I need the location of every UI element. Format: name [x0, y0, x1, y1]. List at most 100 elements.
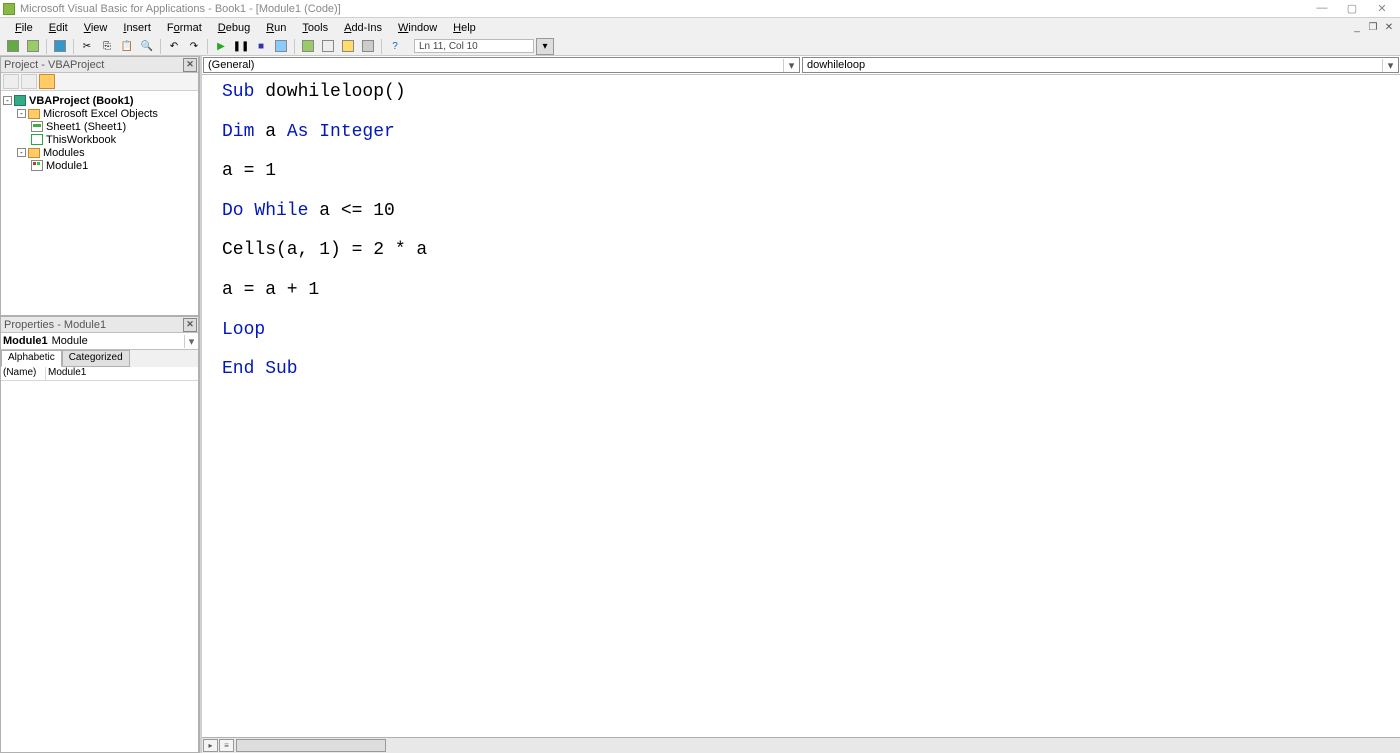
- view-code-button[interactable]: [3, 74, 19, 89]
- undo-button[interactable]: ↶: [165, 38, 183, 55]
- menu-run[interactable]: Run: [259, 21, 293, 35]
- title-bar: Microsoft Visual Basic for Applications …: [0, 0, 1400, 18]
- folder-icon: [28, 109, 40, 119]
- object-browser-button[interactable]: [339, 38, 357, 55]
- window-buttons: — ▢ ✕: [1316, 2, 1400, 15]
- view-object-button[interactable]: [21, 74, 37, 89]
- horizontal-scrollbar[interactable]: [236, 739, 386, 752]
- tree-label: Microsoft Excel Objects: [43, 108, 158, 120]
- save-button[interactable]: [51, 38, 69, 55]
- properties-title-text: Properties - Module1: [4, 319, 106, 331]
- project-panel-close[interactable]: ✕: [183, 58, 197, 72]
- procedure-view-button[interactable]: ▸: [203, 739, 218, 752]
- run-sub-button[interactable]: ▶: [212, 38, 230, 55]
- copy-button[interactable]: ⎘: [98, 38, 116, 55]
- code-dropdown-row: (General) ▾ dowhileloop ▾: [202, 56, 1400, 75]
- tab-categorized[interactable]: Categorized: [62, 350, 130, 367]
- paste-button[interactable]: 📋: [118, 38, 136, 55]
- mdi-close[interactable]: ✕: [1382, 22, 1396, 33]
- cursor-position: Ln 11, Col 10: [414, 39, 534, 53]
- code-text: a <= 10: [308, 201, 394, 221]
- redo-button[interactable]: ↷: [185, 38, 203, 55]
- vba-app-icon: [3, 3, 15, 15]
- minimize-button[interactable]: —: [1316, 2, 1328, 15]
- insert-module-button[interactable]: [24, 38, 42, 55]
- expand-icon[interactable]: -: [17, 109, 26, 118]
- project-explorer-panel: Project - VBAProject ✕ - VBAProject (Boo…: [0, 56, 199, 316]
- code-text: a = 1: [222, 161, 276, 181]
- view-excel-button[interactable]: [4, 38, 22, 55]
- menu-view[interactable]: View: [77, 21, 115, 35]
- menu-file[interactable]: File: [8, 21, 40, 35]
- menu-help[interactable]: Help: [446, 21, 483, 35]
- window-title: Microsoft Visual Basic for Applications …: [20, 3, 341, 15]
- dropdown-icon[interactable]: ▾: [1382, 59, 1398, 72]
- toolbar-sep: [160, 39, 161, 54]
- mdi-restore[interactable]: ❐: [1366, 22, 1380, 33]
- menu-window[interactable]: Window: [391, 21, 444, 35]
- dropdown-arrow[interactable]: ▾: [536, 38, 554, 55]
- mdi-minimize[interactable]: _: [1350, 22, 1364, 33]
- menu-edit[interactable]: Edit: [42, 21, 75, 35]
- standard-toolbar: ✂ ⎘ 📋 🔍 ↶ ↷ ▶ ❚❚ ■ ? Ln 11, Col 10 ▾: [0, 37, 1400, 56]
- tree-excel-objects[interactable]: - Microsoft Excel Objects: [3, 107, 196, 120]
- tree-thisworkbook[interactable]: ThisWorkbook: [3, 133, 196, 146]
- break-button[interactable]: ❚❚: [232, 38, 250, 55]
- property-value[interactable]: Module1: [46, 367, 198, 380]
- code-window: (General) ▾ dowhileloop ▾ Sub dowhileloo…: [200, 56, 1400, 753]
- find-button[interactable]: 🔍: [138, 38, 156, 55]
- dropdown-icon[interactable]: ▾: [184, 335, 198, 348]
- code-text: Cells(a, 1) = 2 * a: [222, 240, 427, 260]
- menu-format[interactable]: Format: [160, 21, 209, 35]
- tree-sheet1[interactable]: Sheet1 (Sheet1): [3, 120, 196, 133]
- expand-icon[interactable]: -: [17, 148, 26, 157]
- object-type: Module: [52, 335, 88, 347]
- folder-icon: [28, 148, 40, 158]
- mdi-window-buttons: _ ❐ ✕: [1350, 22, 1400, 33]
- full-module-view-button[interactable]: ≡: [219, 739, 234, 752]
- code-keyword: Dim: [222, 122, 254, 142]
- menu-addins[interactable]: Add-Ins: [337, 21, 389, 35]
- reset-button[interactable]: ■: [252, 38, 270, 55]
- property-name: (Name): [1, 367, 46, 380]
- code-keyword: Sub: [222, 82, 254, 102]
- sheet-icon: [31, 121, 43, 132]
- tree-modules[interactable]: - Modules: [3, 146, 196, 159]
- code-keyword: Loop: [222, 320, 265, 340]
- properties-button[interactable]: [319, 38, 337, 55]
- procedure-dropdown[interactable]: dowhileloop ▾: [802, 57, 1399, 73]
- help-button[interactable]: ?: [386, 38, 404, 55]
- workbook-icon: [31, 134, 43, 145]
- project-explorer-title-text: Project - VBAProject: [4, 59, 104, 71]
- design-mode-button[interactable]: [272, 38, 290, 55]
- menu-insert[interactable]: Insert: [116, 21, 158, 35]
- code-text: a = a + 1: [222, 280, 319, 300]
- code-editor[interactable]: Sub dowhileloop() Dim a As Integer a = 1…: [202, 75, 1400, 737]
- properties-title: Properties - Module1 ✕: [1, 317, 198, 333]
- property-row[interactable]: (Name) Module1: [1, 367, 198, 381]
- tree-label: Modules: [43, 147, 85, 159]
- toolbox-button[interactable]: [359, 38, 377, 55]
- maximize-button[interactable]: ▢: [1346, 2, 1358, 15]
- menu-debug[interactable]: Debug: [211, 21, 257, 35]
- project-toolbar: [1, 73, 198, 91]
- project-tree[interactable]: - VBAProject (Book1) - Microsoft Excel O…: [1, 91, 198, 315]
- menu-tools[interactable]: Tools: [295, 21, 335, 35]
- toggle-folders-button[interactable]: [39, 74, 55, 89]
- dropdown-icon[interactable]: ▾: [783, 59, 799, 72]
- close-button[interactable]: ✕: [1376, 2, 1388, 15]
- object-dropdown[interactable]: (General) ▾: [203, 57, 800, 73]
- toolbar-sep: [207, 39, 208, 54]
- code-text: a: [254, 122, 286, 142]
- project-explorer-button[interactable]: [299, 38, 317, 55]
- expand-icon[interactable]: -: [3, 96, 12, 105]
- properties-object-selector[interactable]: Module1 Module ▾: [1, 333, 198, 350]
- tab-alphabetic[interactable]: Alphabetic: [1, 350, 62, 367]
- tree-project-root[interactable]: - VBAProject (Book1): [3, 94, 196, 107]
- module-icon: [31, 160, 43, 171]
- code-keyword: Do While: [222, 201, 308, 221]
- tree-module1[interactable]: Module1: [3, 159, 196, 172]
- toolbar-sep: [294, 39, 295, 54]
- properties-panel-close[interactable]: ✕: [183, 318, 197, 332]
- cut-button[interactable]: ✂: [78, 38, 96, 55]
